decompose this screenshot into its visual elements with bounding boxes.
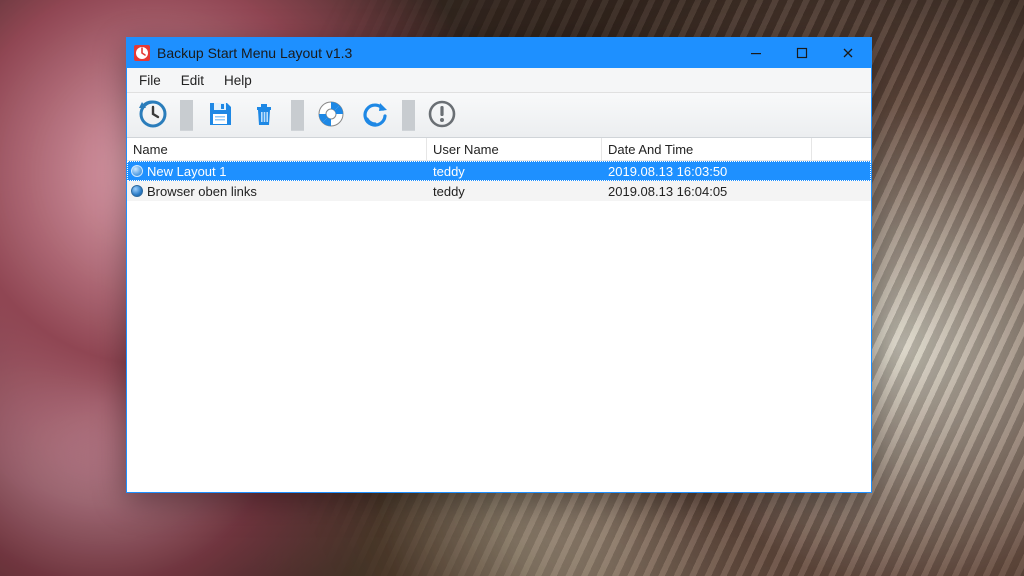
column-header-row: Name User Name Date And Time xyxy=(127,138,871,161)
column-header-date[interactable]: Date And Time xyxy=(602,138,812,160)
column-header-name[interactable]: Name xyxy=(127,138,427,160)
menu-file[interactable]: File xyxy=(129,68,171,92)
row-user: teddy xyxy=(427,164,602,179)
title-bar[interactable]: Backup Start Menu Layout v1.3 xyxy=(127,38,871,68)
minimize-button[interactable] xyxy=(733,38,779,68)
column-header-fill xyxy=(812,138,871,160)
help-button[interactable] xyxy=(311,96,351,134)
app-icon xyxy=(133,44,151,62)
column-header-user[interactable]: User Name xyxy=(427,138,602,160)
menu-edit[interactable]: Edit xyxy=(171,68,214,92)
exclamation-icon xyxy=(427,99,457,132)
backup-item-icon xyxy=(131,165,143,177)
app-window: Backup Start Menu Layout v1.3 File Edit … xyxy=(126,37,872,493)
menu-help[interactable]: Help xyxy=(214,68,262,92)
row-date: 2019.08.13 16:03:50 xyxy=(602,164,812,179)
refresh-button[interactable] xyxy=(355,96,395,134)
row-date: 2019.08.13 16:04:05 xyxy=(602,184,812,199)
close-button[interactable] xyxy=(825,38,871,68)
backup-button[interactable] xyxy=(133,96,173,134)
about-button[interactable] xyxy=(422,96,462,134)
lifebuoy-icon xyxy=(316,99,346,132)
toolbar-separator-2 xyxy=(291,100,304,131)
window-title: Backup Start Menu Layout v1.3 xyxy=(157,45,352,61)
list-rows: New Layout 1 teddy 2019.08.13 16:03:50 B… xyxy=(127,161,871,492)
list-row[interactable]: Browser oben links teddy 2019.08.13 16:0… xyxy=(127,181,871,201)
refresh-icon xyxy=(360,99,390,132)
list-row[interactable]: New Layout 1 teddy 2019.08.13 16:03:50 xyxy=(127,161,871,181)
menu-bar: File Edit Help xyxy=(127,68,871,93)
toolbar-separator xyxy=(180,100,193,131)
row-user: teddy xyxy=(427,184,602,199)
save-button[interactable] xyxy=(200,96,240,134)
maximize-button[interactable] xyxy=(779,38,825,68)
row-name: Browser oben links xyxy=(147,184,257,199)
floppy-save-icon xyxy=(205,99,235,132)
toolbar-separator-3 xyxy=(402,100,415,131)
backup-list: Name User Name Date And Time New Layout … xyxy=(127,138,871,492)
toolbar xyxy=(127,93,871,138)
delete-button[interactable] xyxy=(244,96,284,134)
backup-clock-icon xyxy=(137,98,169,133)
backup-item-icon xyxy=(131,185,143,197)
row-name: New Layout 1 xyxy=(147,164,227,179)
trash-icon xyxy=(249,99,279,132)
